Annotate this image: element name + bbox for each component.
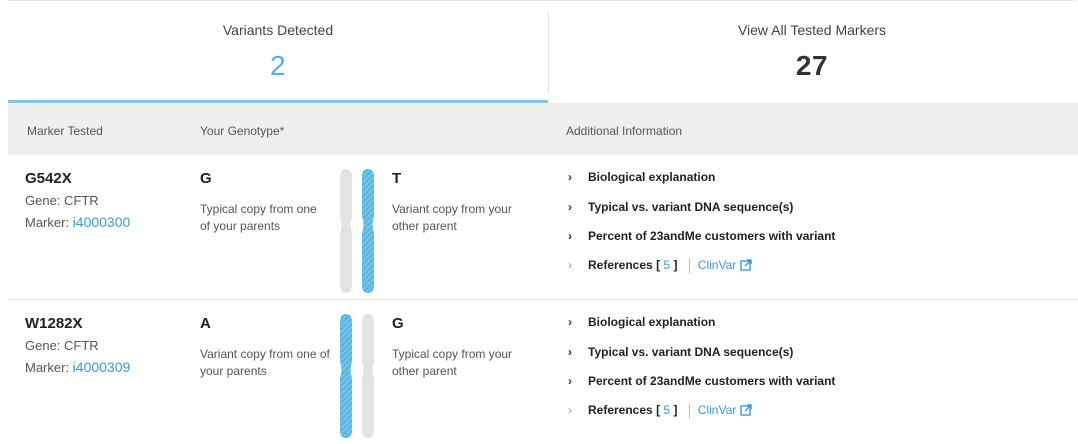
- allele-1-description: Typical copy from one of your parents: [200, 202, 317, 233]
- external-link-icon: [740, 404, 752, 416]
- references-bracket-close: ]: [673, 258, 678, 272]
- biological-explanation-link[interactable]: › Biological explanation: [568, 170, 715, 184]
- references-count[interactable]: 5: [663, 403, 670, 417]
- link-label: Biological explanation: [588, 170, 716, 184]
- dna-sequence-link[interactable]: › Typical vs. variant DNA sequence(s): [568, 345, 793, 359]
- chevron-right-icon: ›: [568, 403, 572, 417]
- allele-2-description: Variant copy from your other parent: [392, 202, 512, 233]
- link-label: Biological explanation: [588, 315, 716, 329]
- allele-1: G: [200, 170, 212, 187]
- tab-view-all-markers[interactable]: View All Tested Markers 27: [548, 1, 1076, 104]
- allele-1: A: [200, 315, 211, 332]
- external-link-icon: [740, 259, 752, 271]
- allele-1-description: Variant copy from one of your parents: [200, 347, 330, 378]
- chevron-right-icon: ›: [568, 258, 572, 272]
- chromosome-pair-icon: [340, 169, 374, 293]
- clinvar-link[interactable]: ClinVar: [698, 403, 752, 417]
- gene-label: Gene: CFTR: [25, 338, 99, 353]
- link-label: Typical vs. variant DNA sequence(s): [588, 345, 794, 359]
- marker-id-link[interactable]: i4000309: [73, 359, 131, 375]
- clinvar-label: ClinVar: [697, 258, 737, 272]
- clinvar-label: ClinVar: [697, 403, 737, 417]
- allele-2: T: [392, 170, 402, 187]
- marker-id-line: Marker: i4000309: [25, 359, 130, 375]
- marker-id-line: Marker: i4000300: [25, 214, 130, 230]
- link-label: Percent of 23andMe customers with varian…: [588, 374, 836, 388]
- percent-customers-link[interactable]: › Percent of 23andMe customers with varia…: [568, 374, 835, 388]
- divider: [688, 403, 690, 418]
- divider: [688, 258, 690, 273]
- allele-2-description: Typical copy from your other parent: [392, 347, 513, 378]
- tab-label: Variants Detected: [222, 22, 334, 38]
- tab-variants-detected[interactable]: Variants Detected 2: [8, 1, 548, 104]
- tab-label: View All Tested Markers: [737, 22, 887, 38]
- references-label[interactable]: References: [588, 403, 653, 417]
- clinvar-link[interactable]: ClinVar: [698, 258, 752, 272]
- variants-count: 2: [269, 50, 287, 81]
- percent-customers-link[interactable]: › Percent of 23andMe customers with varia…: [568, 229, 835, 243]
- chevron-right-icon: ›: [568, 200, 572, 214]
- table-row: G542X Gene: CFTR Marker: i4000300 G Typi…: [8, 155, 1078, 299]
- marker-label: Marker:: [25, 360, 73, 375]
- references-bracket-close: ]: [673, 403, 678, 417]
- chevron-right-icon: ›: [568, 229, 572, 243]
- references-line: › References [ 5 ] ClinVar: [568, 403, 752, 418]
- markers-count: 27: [795, 50, 829, 81]
- link-label: Percent of 23andMe customers with varian…: [588, 229, 836, 243]
- chromosome-typical: [340, 169, 352, 293]
- references-count[interactable]: 5: [663, 258, 670, 272]
- result-tabs: Variants Detected 2 View All Tested Mark…: [8, 0, 1076, 104]
- link-label: Typical vs. variant DNA sequence(s): [588, 200, 794, 214]
- gene-label: Gene: CFTR: [25, 193, 99, 208]
- chromosome-pair-icon: [340, 314, 374, 438]
- dna-sequence-link[interactable]: › Typical vs. variant DNA sequence(s): [568, 200, 793, 214]
- references-bracket-open: [: [656, 403, 661, 417]
- column-header-genotype: Your Genotype*: [200, 124, 285, 138]
- marker-name: W1282X: [25, 315, 83, 332]
- references-bracket-open: [: [656, 258, 661, 272]
- table-header: Marker Tested Your Genotype* Additional …: [8, 103, 1078, 155]
- marker-name: G542X: [25, 170, 72, 187]
- references-label[interactable]: References: [588, 258, 653, 272]
- table-row: W1282X Gene: CFTR Marker: i4000309 A Var…: [8, 299, 1078, 444]
- chromosome-variant: [362, 169, 374, 293]
- column-header-marker: Marker Tested: [27, 124, 103, 138]
- allele-2: G: [392, 315, 404, 332]
- marker-id-link[interactable]: i4000300: [73, 214, 131, 230]
- chevron-right-icon: ›: [568, 345, 572, 359]
- marker-label: Marker:: [25, 215, 73, 230]
- chevron-right-icon: ›: [568, 315, 572, 329]
- chevron-right-icon: ›: [568, 170, 572, 184]
- biological-explanation-link[interactable]: › Biological explanation: [568, 315, 715, 329]
- column-header-additional: Additional Information: [566, 124, 683, 138]
- chromosome-typical: [362, 314, 374, 438]
- chromosome-variant: [340, 314, 352, 438]
- chevron-right-icon: ›: [568, 374, 572, 388]
- references-line: › References [ 5 ] ClinVar: [568, 258, 752, 273]
